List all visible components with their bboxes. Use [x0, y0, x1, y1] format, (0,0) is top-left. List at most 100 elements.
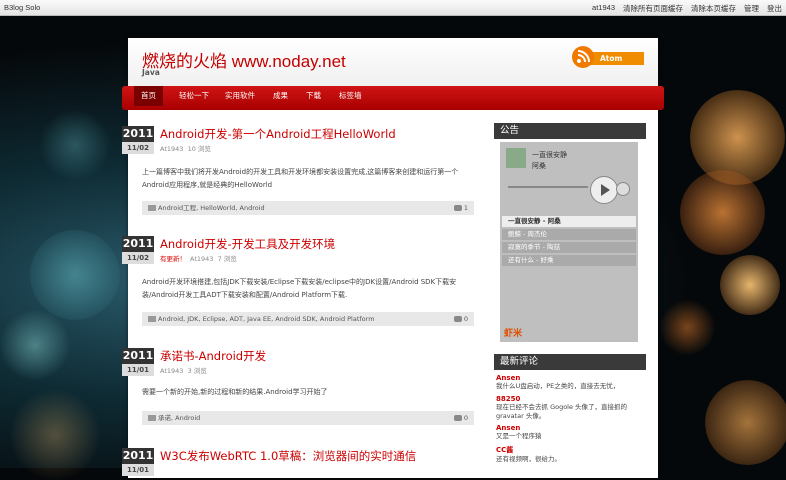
comment-icon [453, 415, 462, 421]
comment-count[interactable]: 0 [453, 312, 468, 326]
comment-text[interactable]: 又是一个程序猿 [496, 432, 646, 441]
post-title[interactable]: W3C发布WebRTC 1.0草稿：浏览器间的实时通信 [160, 448, 416, 464]
post-year: 2011 [122, 448, 154, 464]
nav-tag-wall[interactable]: 标签墙 [339, 86, 362, 106]
atom-label: Atom [588, 52, 644, 65]
play-button[interactable] [590, 176, 618, 204]
site-header: 燃烧的火焰 www.noday.net Java Atom [128, 38, 658, 86]
tag-icon [148, 205, 156, 211]
playlist-item[interactable]: 一直很安静 - 阿桑 [502, 216, 636, 227]
logout-link[interactable]: 登出 [767, 3, 782, 14]
bokeh-light [690, 90, 785, 185]
site-title[interactable]: 燃烧的火焰 www.noday.net [142, 47, 346, 72]
clear-page-cache-link[interactable]: 清除本页缓存 [691, 3, 736, 14]
post-views: 3 浏览 [187, 367, 207, 375]
site-subtitle: Java [142, 68, 160, 77]
comment-text[interactable]: 我什么U盘启动，PE之类的，直接去无忧， [496, 382, 646, 391]
comment-count-value: 1 [463, 204, 468, 212]
comment-author[interactable]: Ansen [496, 424, 646, 432]
tag-icon [148, 415, 156, 421]
comment-icon [453, 205, 462, 211]
updated-badge: 有更新！ [160, 255, 186, 263]
comment-text[interactable]: 现在已经不会去抓 Gogole 头像了，直接抓的 gravatar 头像。 [496, 403, 646, 421]
post-author[interactable]: At1943 [160, 367, 183, 375]
xiami-logo[interactable]: 虾米 [504, 326, 522, 339]
post-title[interactable]: Android开发-第一个Android工程HelloWorld [160, 126, 396, 142]
post-day: 11/01 [122, 464, 154, 476]
bokeh-light [0, 310, 70, 380]
post-tags-bar: 承诺, Android 0 [142, 411, 474, 425]
album-cover [506, 148, 526, 168]
comment-author[interactable]: CC酱 [496, 445, 646, 455]
post-author[interactable]: At1943 [190, 255, 213, 263]
nav-results[interactable]: 成果 [273, 86, 288, 106]
tag-icon [148, 316, 156, 322]
comment-count[interactable]: 1 [453, 201, 468, 215]
playlist-item[interactable]: 寂寞的季节 - 陶喆 [502, 242, 636, 253]
post-tags[interactable]: Android工程, HelloWorld, Android [158, 204, 265, 212]
play-icon [601, 184, 610, 196]
main-nav: 首页 轻松一下 实用软件 成果 下载 标签墙 [122, 86, 664, 110]
post-title[interactable]: 承诺书-Android开发 [160, 348, 266, 364]
comment-item[interactable]: 88250 现在已经不会去抓 Gogole 头像了，直接抓的 gravatar … [496, 395, 646, 421]
post-date: 2011 11/01 [122, 348, 154, 378]
post-excerpt: Android开发环境搭建,包括JDK下载安装/Eclipse下载安装/ecli… [142, 278, 457, 299]
bokeh-light [680, 170, 765, 255]
player-song: 一直很安静 [532, 151, 567, 159]
post-tags-bar: Android, JDK, Eclipse, ADT, Java EE, And… [142, 312, 474, 326]
comment-count[interactable]: 0 [453, 411, 468, 425]
comment-author[interactable]: Ansen [496, 374, 646, 382]
bokeh-light [40, 110, 110, 180]
next-button[interactable] [616, 182, 630, 196]
recent-comments-title: 最新评论 [494, 354, 646, 370]
comment-item[interactable]: Ansen 又是一个程序猿 [496, 424, 646, 441]
post-year: 2011 [122, 126, 154, 142]
admin-links: at1943 清除所有页面缓存 清除本页缓存 管理 登出 [584, 3, 782, 14]
comment-item[interactable]: Ansen 我什么U盘启动，PE之类的，直接去无忧， [496, 374, 646, 391]
comment-item[interactable]: CC酱 还有视频啊，很给力。 [496, 445, 646, 464]
bokeh-light [720, 255, 780, 315]
nav-relax[interactable]: 轻松一下 [179, 86, 209, 106]
blog-page: 燃烧的火焰 www.noday.net Java Atom 首页 轻松一下 实用… [122, 38, 664, 478]
rss-icon [572, 46, 594, 68]
post-meta: At1943 3 浏览 [160, 365, 207, 375]
admin-bar: B3log Solo at1943 清除所有页面缓存 清除本页缓存 管理 登出 [0, 0, 786, 16]
comment-count-value: 0 [463, 414, 468, 422]
bokeh-light [30, 230, 120, 320]
post-date: 2011 11/01 [122, 448, 154, 478]
progress-bar[interactable] [508, 186, 588, 188]
post-views: 7 浏览 [217, 255, 237, 263]
post-meta: At1943 10 浏览 [160, 143, 211, 153]
post-excerpt: 需要一个新的开始,新的过程和新的结果.Android学习开始了 [142, 388, 328, 396]
nav-home[interactable]: 首页 [134, 86, 163, 106]
clear-all-cache-link[interactable]: 清除所有页面缓存 [623, 3, 683, 14]
post-day: 11/01 [122, 364, 154, 376]
comment-icon [453, 316, 462, 322]
playlist-item[interactable]: 鲍鲸 - 周杰伦 [502, 229, 636, 240]
bokeh-light [660, 300, 715, 355]
nav-download[interactable]: 下载 [306, 86, 321, 106]
comment-author[interactable]: 88250 [496, 395, 646, 403]
post-excerpt: 上一篇博客中我们将开发Android的开发工具和开发环境都安装设置完成,这篇博客… [142, 168, 459, 189]
admin-user-link[interactable]: at1943 [592, 3, 615, 14]
post-title[interactable]: Android开发-开发工具及开发环境 [160, 236, 335, 252]
music-player: 一直很安静 阿桑 一直很安静 - 阿桑 鲍鲸 - 周杰伦 寂寞的季节 - 陶喆 … [500, 142, 638, 342]
player-artist: 阿桑 [532, 162, 546, 170]
nav-software[interactable]: 实用软件 [225, 86, 255, 106]
post-day: 11/02 [122, 142, 154, 154]
post-date: 2011 11/02 [122, 126, 154, 156]
post-tags[interactable]: Android, JDK, Eclipse, ADT, Java EE, And… [158, 315, 375, 323]
admin-manage-link[interactable]: 管理 [744, 3, 759, 14]
post-tags[interactable]: 承诺, Android [158, 414, 200, 422]
post-year: 2011 [122, 236, 154, 252]
notice-widget-title: 公告 [494, 123, 646, 139]
comment-count-value: 0 [463, 315, 468, 323]
post-author[interactable]: At1943 [160, 145, 183, 153]
post-day: 11/02 [122, 252, 154, 264]
atom-feed-button[interactable]: Atom [572, 46, 644, 68]
post-tags-bar: Android工程, HelloWorld, Android 1 [142, 201, 474, 215]
playlist-item[interactable]: 还有什么 - 好乘 [502, 255, 636, 266]
admin-brand[interactable]: B3log Solo [4, 3, 40, 12]
bokeh-light [10, 390, 100, 480]
comment-text[interactable]: 还有视频啊，很给力。 [496, 455, 646, 464]
